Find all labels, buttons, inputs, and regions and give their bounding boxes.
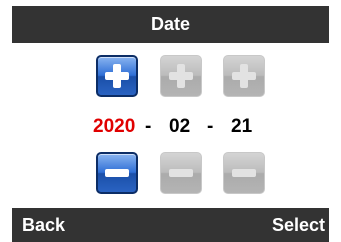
day-increment-button[interactable] — [223, 55, 265, 97]
date-separator: - — [145, 116, 152, 137]
day-field[interactable]: 21 — [231, 116, 252, 138]
date-display: 2020 - 02 - 21 — [0, 116, 341, 140]
year-increment-button[interactable] — [96, 55, 138, 97]
month-field[interactable]: 02 — [169, 116, 190, 138]
day-decrement-button[interactable] — [223, 152, 265, 194]
back-softkey[interactable]: Back — [22, 215, 65, 236]
page-title: Date — [150, 14, 190, 34]
year-decrement-button[interactable] — [96, 152, 138, 194]
select-softkey[interactable]: Select — [272, 215, 325, 236]
softkey-bar: Back Select — [12, 208, 329, 242]
date-separator: - — [207, 116, 214, 137]
year-field[interactable]: 2020 — [93, 116, 135, 138]
month-increment-button[interactable] — [160, 55, 202, 97]
month-decrement-button[interactable] — [160, 152, 202, 194]
title-bar: Date — [12, 6, 329, 43]
